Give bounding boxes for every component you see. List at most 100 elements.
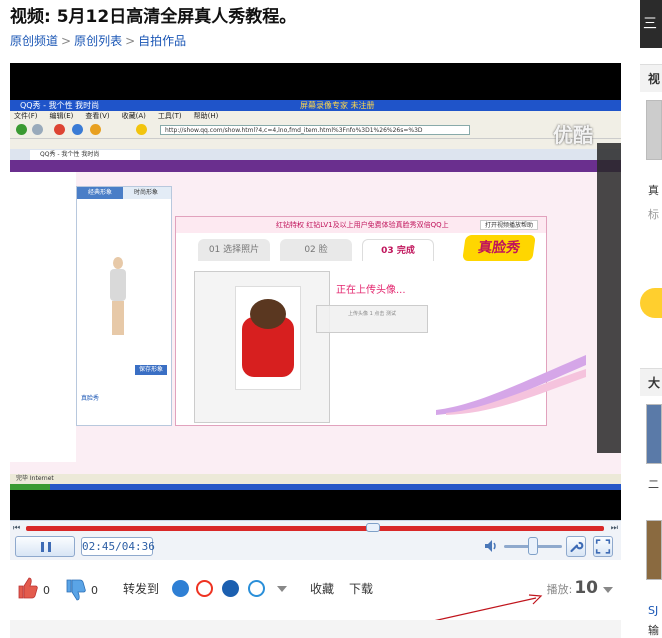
frame-web-page: 经典形象 时尚形象 保存形象 真脸秀 红钻特权 红钻LV1及以上用户免费体验真脸秀… [10,172,621,484]
sidebar-thumbnail[interactable] [646,100,662,160]
frame-menu-bar: 文件(F) 编辑(E) 查看(V) 收藏(A) 工具(T) 帮助(H) [10,111,621,121]
frame-stop-icon [54,124,65,135]
avatar-body [110,269,126,301]
collect-link[interactable]: 收藏 [310,580,334,597]
play-count[interactable]: 播放: 10 [547,578,613,598]
thumbs-up-icon[interactable] [16,576,40,600]
frame-window-title: QQ秀 - 我个性 我时尚 屏幕录像专家 未注册 [10,100,621,111]
share-renren-icon[interactable] [222,580,239,597]
pause-button[interactable] [15,536,75,557]
download-link[interactable]: 下载 [349,580,373,597]
frame-status-bar: 完毕 Internet [10,474,621,484]
player-side-rail[interactable] [597,143,621,453]
seek-start-icon[interactable]: ⏮ [13,523,20,533]
frame-step: 02 脸 [280,239,352,261]
frame-dialog-help: 打开视频播放帮助 [479,220,538,230]
frame-menu-item: 工具(T) [157,112,182,120]
share-weibo-icon[interactable] [196,580,213,597]
frame-favorites-icon [136,124,147,135]
avatar-head [113,257,123,269]
frame-dialog-header-text: 红钻特权 红钻LV1及以上用户免费体验真脸秀双倍QQ上 [276,221,449,229]
player-controls: ⏮ ⏭ 02:45/04:36 [10,520,621,560]
breadcrumb: 原创频道 > 原创列表 > 自拍作品 [10,32,186,49]
video-area[interactable]: QQ秀 - 我个性 我时尚 屏幕录像专家 未注册 文件(F) 编辑(E) 查看(V)… [10,63,621,520]
frame-home-icon [90,124,101,135]
frame-step: 01 选择照片 [198,239,270,261]
frame-back-icon [16,124,27,135]
frame-menu-item: 查看(V) [85,112,110,120]
play-count-label: 播放: [546,583,573,596]
frame-page-margin [10,172,76,462]
breadcrumb-original-channel[interactable]: 原创频道 [10,34,58,48]
sidebar-item-title[interactable]: SJ [648,604,658,617]
frame-window-title-text: QQ秀 - 我个性 我时尚 [20,101,100,110]
frame-address-bar: http://show.qq.com/show.html?4,c=4,lno,f… [160,125,470,135]
wrench-icon [570,541,584,553]
pause-icon [41,542,51,552]
below-fold-strip [10,620,621,638]
seek-handle[interactable] [365,523,380,532]
right-sidebar: 三 视 真 标 大 二 SJ 输 [640,0,662,638]
frame-upload-box [194,271,330,423]
frame-steps: 01 选择照片 02 脸 03 完成 [198,239,438,261]
fullscreen-button[interactable] [593,536,613,557]
breadcrumb-original-list[interactable]: 原创列表 [74,34,122,48]
sidebar-thumbnail[interactable] [646,520,662,580]
seek-end-icon[interactable]: ⏭ [611,523,618,533]
frame-recorder-banner: 屏幕录像专家 未注册 [300,101,375,110]
frame-upload-note: 上传头像 1 点击 测试 [316,305,428,333]
frame-avatar-tab: 经典形象 [77,187,123,199]
frame-start-button [10,484,50,490]
frame-step-active: 03 完成 [362,239,434,261]
frame-forward-icon [32,124,43,135]
sidebar-item-title[interactable]: 二 [648,476,659,492]
frame-favorites-bar [10,139,621,149]
breadcrumb-separator: > [61,34,72,48]
frame-avatar-panel: 经典形象 时尚形象 保存形象 真脸秀 [76,186,172,426]
frame-real-face-link: 真脸秀 [81,395,100,402]
sidebar-item-title[interactable]: 输 [648,622,659,638]
photo-face [250,299,286,329]
video-frame: QQ秀 - 我个性 我时尚 屏幕录像专家 未注册 文件(F) 编辑(E) 查看(V)… [10,100,621,490]
play-count-value: 10 [574,578,598,598]
fullscreen-icon [595,539,611,554]
share-tencent-weibo-icon[interactable] [248,580,265,597]
sidebar-top-banner[interactable]: 三 [640,0,662,48]
sidebar-thumbnail[interactable] [646,404,662,464]
frame-menu-item: 收藏(A) [121,112,146,120]
avatar-legs [112,301,124,335]
sidebar-scroll-button[interactable] [640,288,662,318]
sidebar-item-meta: 标 [648,208,659,221]
time-display: 02:45/04:36 [81,537,155,556]
frame-menu-item: 帮助(H) [193,112,219,120]
page-title: 视频: 5月12日高清全屏真人秀教程。 [10,7,297,27]
frame-menu-item: 编辑(E) [49,112,74,120]
frame-real-face-logo: 真脸秀 [462,235,536,261]
share-more-icon[interactable] [277,586,287,592]
volume-icon[interactable] [483,538,499,554]
frame-site-header [10,160,621,172]
breadcrumb-selfie-works[interactable]: 自拍作品 [138,34,186,48]
sidebar-section-title: 视 [640,64,662,92]
frame-ribbon-decoration [436,355,586,415]
like-count: 0 [43,584,50,597]
frame-tab-strip: QQ秀 - 我个性 我时尚 [10,149,621,160]
volume-handle[interactable] [528,537,538,555]
frame-tab: QQ秀 - 我个性 我时尚 [30,150,140,160]
frame-avatar-tabs: 经典形象 时尚形象 [77,187,171,199]
share-qzone-icon[interactable] [172,580,189,597]
frame-dialog-header: 红钻特权 红钻LV1及以上用户免费体验真脸秀双倍QQ上 打开视频播放帮助 [176,217,546,233]
sidebar-item-title[interactable]: 真 [648,182,659,198]
youku-watermark: 优酷 [553,123,593,147]
frame-refresh-icon [72,124,83,135]
dislike-count: 0 [91,584,98,597]
share-label: 转发到 [123,582,160,596]
breadcrumb-separator: > [125,34,136,48]
avatar-figure [107,257,129,337]
frame-avatar-tab: 时尚形象 [133,189,158,196]
frame-real-face-dialog: 红钻特权 红钻LV1及以上用户免费体验真脸秀双倍QQ上 打开视频播放帮助 01 … [175,216,586,426]
seek-bar[interactable] [26,526,604,531]
thumbs-down-icon[interactable] [64,578,88,602]
play-count-dropdown-icon [603,587,613,593]
settings-button[interactable] [566,536,586,557]
